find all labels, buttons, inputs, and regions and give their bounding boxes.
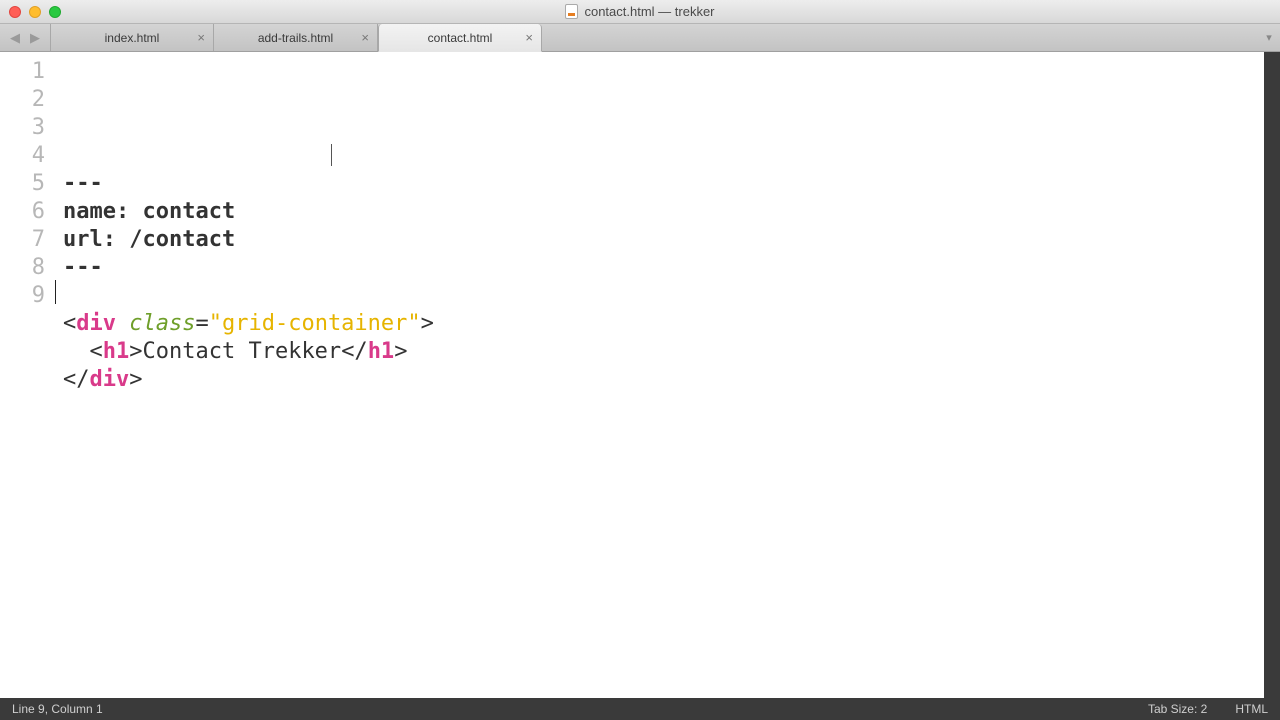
line-number: 1 <box>0 58 45 86</box>
code-line[interactable]: url: /contact <box>63 226 1264 254</box>
code-line[interactable]: --- <box>63 170 1264 198</box>
window-title: contact.html — trekker <box>0 4 1280 19</box>
text-caret <box>55 280 56 304</box>
vertical-scrollbar[interactable] <box>1264 52 1280 698</box>
code-token: div <box>90 367 130 392</box>
file-icon <box>565 4 578 19</box>
code-line[interactable] <box>63 394 1264 422</box>
tab-label: add-trails.html <box>258 31 333 45</box>
code-token: url: /contact <box>63 227 235 252</box>
code-token <box>116 311 129 336</box>
code-token: h1 <box>368 339 395 364</box>
code-token: > <box>421 311 434 336</box>
traffic-lights <box>9 6 61 18</box>
code-line[interactable]: </div> <box>63 366 1264 394</box>
code-token: h1 <box>103 339 130 364</box>
tab-contact-html[interactable]: contact.html × <box>378 24 542 52</box>
tab-add-trails-html[interactable]: add-trails.html × <box>214 24 378 51</box>
tab-overflow-button[interactable]: ▾ <box>1258 24 1280 51</box>
minimize-window-button[interactable] <box>29 6 41 18</box>
tab-close-icon[interactable]: × <box>361 30 369 45</box>
line-number: 2 <box>0 86 45 114</box>
tab-history-back-icon[interactable]: ◀ <box>6 30 24 46</box>
status-syntax[interactable]: HTML <box>1235 702 1268 716</box>
code-line[interactable]: name: contact <box>63 198 1264 226</box>
code-token: Contact Trekker <box>143 339 342 364</box>
line-number-gutter: 123456789 <box>0 52 55 698</box>
status-cursor-position[interactable]: Line 9, Column 1 <box>12 702 103 716</box>
zoom-window-button[interactable] <box>49 6 61 18</box>
tab-history-forward-icon[interactable]: ▶ <box>26 30 44 46</box>
code-token: > <box>129 367 142 392</box>
code-token: name: contact <box>63 199 235 224</box>
code-token: < <box>90 339 103 364</box>
code-area[interactable]: ---name: contacturl: /contact---<div cla… <box>55 52 1264 698</box>
code-token: < <box>63 311 76 336</box>
code-token: > <box>129 339 142 364</box>
tab-nav: ◀ ▶ <box>0 24 50 51</box>
line-number: 6 <box>0 198 45 226</box>
code-line[interactable]: <h1>Contact Trekker</h1> <box>63 338 1264 366</box>
line-number: 3 <box>0 114 45 142</box>
line-number: 5 <box>0 170 45 198</box>
window-titlebar: contact.html — trekker <box>0 0 1280 24</box>
status-bar: Line 9, Column 1 Tab Size: 2 HTML <box>0 698 1280 720</box>
code-token: = <box>195 311 208 336</box>
code-token: > <box>394 339 407 364</box>
window-title-text: contact.html — trekker <box>584 4 714 19</box>
tab-close-icon[interactable]: × <box>525 30 533 45</box>
line-number: 7 <box>0 226 45 254</box>
tab-bar: ◀ ▶ index.html×add-trails.html×contact.h… <box>0 24 1280 52</box>
code-token: --- <box>63 255 103 280</box>
code-line[interactable]: <div class="grid-container"> <box>63 310 1264 338</box>
tab-label: contact.html <box>428 31 493 45</box>
code-token: </ <box>341 339 368 364</box>
code-token: </ <box>63 367 90 392</box>
tab-label: index.html <box>105 31 160 45</box>
code-token: class <box>129 311 195 336</box>
status-tab-size[interactable]: Tab Size: 2 <box>1148 702 1207 716</box>
line-number: 9 <box>0 282 45 310</box>
secondary-caret <box>331 144 332 166</box>
tab-close-icon[interactable]: × <box>197 30 205 45</box>
code-token: "grid-container" <box>209 311 421 336</box>
line-number: 4 <box>0 142 45 170</box>
code-line[interactable]: --- <box>63 254 1264 282</box>
code-line[interactable] <box>63 282 1264 310</box>
code-token: div <box>76 311 116 336</box>
tab-index-html[interactable]: index.html × <box>50 24 214 51</box>
code-token <box>63 339 90 364</box>
editor: 123456789 --- name: contact url: /contact -… <box>0 52 1280 698</box>
close-window-button[interactable] <box>9 6 21 18</box>
line-number: 8 <box>0 254 45 282</box>
tab-bar-empty <box>542 24 1258 51</box>
code-token: --- <box>63 171 103 196</box>
